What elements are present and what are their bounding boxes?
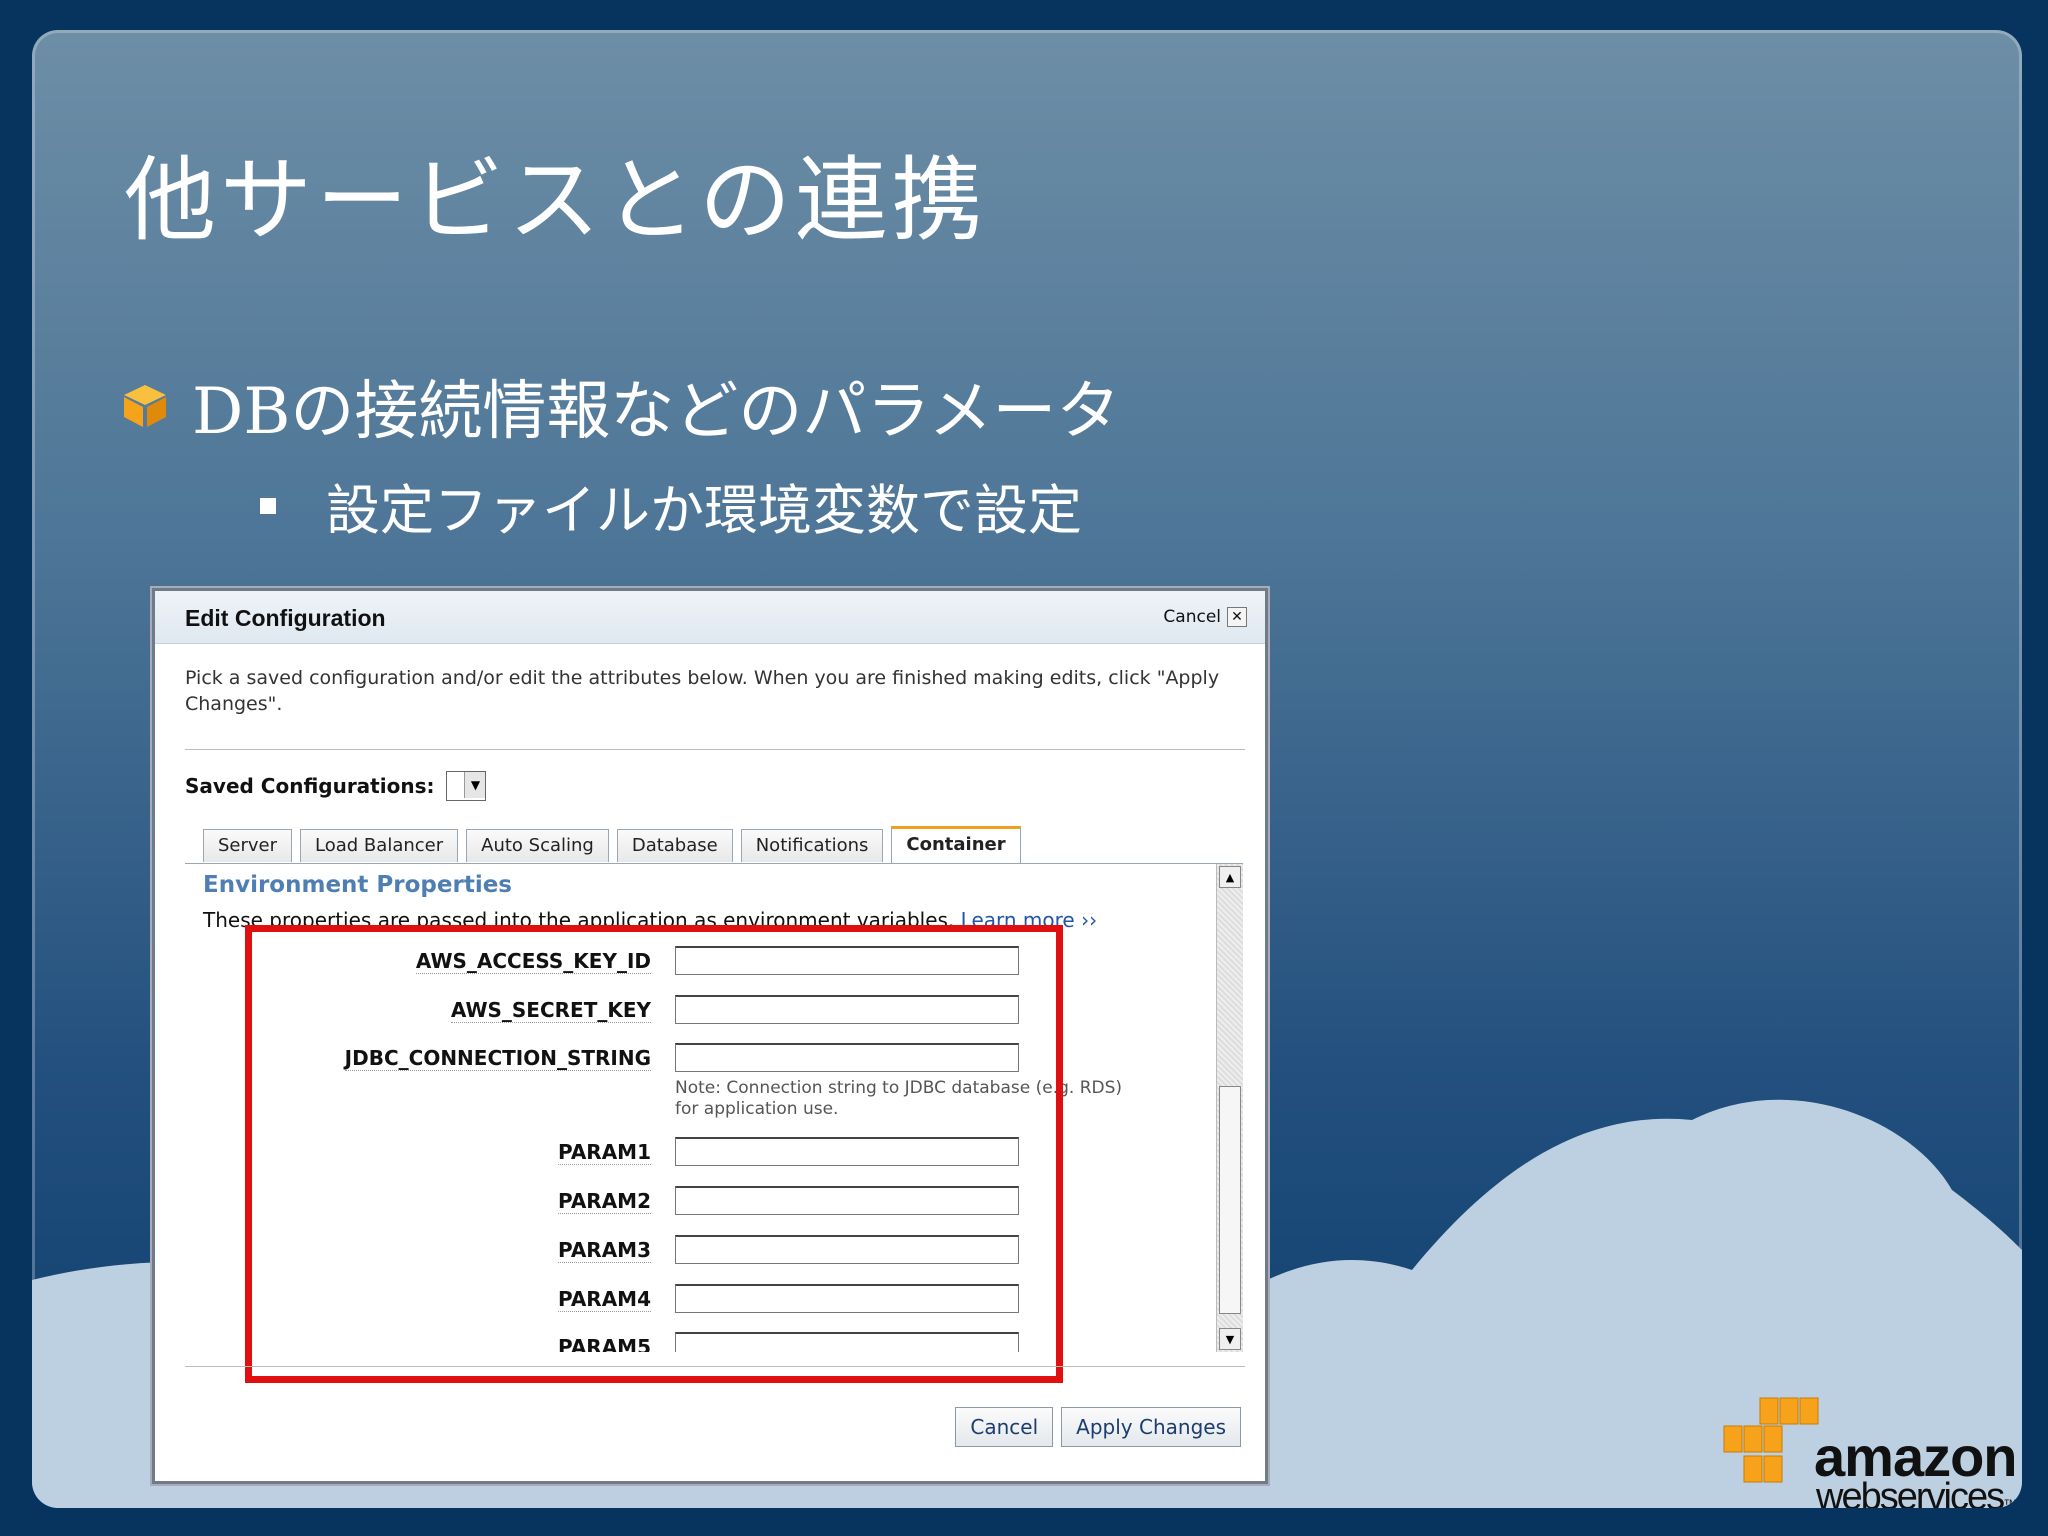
dialog-actions: Cancel Apply Changes: [947, 1407, 1241, 1447]
divider: [185, 1366, 1245, 1367]
cube-bullet-icon: [124, 385, 166, 427]
panel-scrollbar[interactable]: ▲ ▼: [1216, 864, 1243, 1352]
dialog-cancel-link[interactable]: Cancel ✕: [1163, 607, 1247, 627]
aws-logo-webservices-text: webservices: [1816, 1476, 2005, 1508]
slide-title: 他サービスとの連携: [124, 147, 988, 254]
saved-configurations-select[interactable]: ▼: [446, 771, 487, 801]
param3-input[interactable]: [675, 1235, 1019, 1264]
learn-more-link[interactable]: Learn more ››: [961, 908, 1097, 932]
param2-input[interactable]: [675, 1186, 1019, 1215]
field-label: PARAM5: [558, 1335, 651, 1352]
field-label: AWS_SECRET_KEY: [450, 998, 651, 1023]
slide: 他サービスとの連携 DBの接続情報などのパラメータ 設定ファイルか環境変数で設定…: [32, 30, 2022, 1508]
scroll-up-icon[interactable]: ▲: [1219, 866, 1241, 888]
dialog-cancel-link-label: Cancel: [1163, 607, 1221, 627]
bullet-level2: 設定ファイルか環境変数で設定: [260, 466, 1082, 545]
bullet-level1: DBの接続情報などのパラメータ: [122, 360, 1120, 452]
saved-configurations-label: Saved Configurations:: [185, 774, 435, 798]
scrollbar-thumb[interactable]: [1219, 1086, 1241, 1314]
aws-logo-tm: ™: [2003, 1496, 2017, 1508]
tab-auto-scaling[interactable]: Auto Scaling: [466, 829, 609, 862]
field-label: JDBC_CONNECTION_STRING: [344, 1046, 651, 1071]
aws-logo-webservices: webservices™: [1816, 1476, 2017, 1508]
tab-database[interactable]: Database: [616, 829, 733, 862]
field-label: AWS_ACCESS_KEY_ID: [415, 949, 651, 974]
scroll-down-icon[interactable]: ▼: [1219, 1328, 1241, 1350]
close-icon[interactable]: ✕: [1227, 607, 1247, 627]
container-panel: Environment Properties These properties …: [185, 864, 1243, 1352]
tab-notifications[interactable]: Notifications: [740, 829, 884, 862]
field-row: AWS_SECRET_KEY: [185, 995, 1225, 1025]
jdbc-note: Note: Connection string to JDBC database…: [675, 1078, 1123, 1119]
dialog-title: Edit Configuration: [185, 605, 386, 631]
square-bullet-icon: [260, 497, 276, 514]
param1-input[interactable]: [675, 1137, 1019, 1166]
field-label: PARAM2: [558, 1189, 651, 1214]
tab-load-balancer[interactable]: Load Balancer: [300, 829, 459, 862]
section-title: Environment Properties: [203, 872, 512, 898]
aws-secret-key-input[interactable]: [675, 995, 1019, 1024]
jdbc-connection-string-input[interactable]: [675, 1043, 1019, 1072]
section-description: These properties are passed into the app…: [203, 908, 1097, 932]
field-row: PARAM1: [185, 1137, 1225, 1167]
divider: [185, 749, 1245, 750]
bullet-level2-text: 設定ファイルか環境変数で設定: [326, 479, 1082, 542]
field-label: PARAM3: [558, 1238, 651, 1263]
field-row: PARAM2: [185, 1186, 1225, 1216]
param5-input[interactable]: [675, 1332, 1019, 1352]
field-row: PARAM5: [185, 1332, 1225, 1352]
tab-container[interactable]: Container: [891, 826, 1021, 863]
field-row: PARAM3: [185, 1235, 1225, 1265]
tab-server[interactable]: Server: [203, 829, 293, 862]
config-tabs: Server Load Balancer Auto Scaling Databa…: [203, 826, 1029, 863]
section-description-text: These properties are passed into the app…: [203, 908, 955, 932]
aws-cubes-icon: [1723, 1397, 1819, 1483]
field-row: JDBC_CONNECTION_STRING: [185, 1043, 1225, 1073]
edit-configuration-dialog: Edit Configuration Cancel ✕ Pick a saved…: [152, 588, 1268, 1484]
dialog-header: Edit Configuration Cancel ✕: [155, 591, 1265, 644]
field-row: AWS_ACCESS_KEY_ID: [185, 946, 1225, 976]
aws-access-key-id-input[interactable]: [675, 946, 1019, 975]
chevron-down-icon: ▼: [464, 772, 486, 798]
param4-input[interactable]: [675, 1284, 1019, 1313]
saved-configurations-row: Saved Configurations: ▼: [185, 771, 487, 801]
field-row: PARAM4: [185, 1284, 1225, 1314]
field-label: PARAM4: [558, 1287, 651, 1312]
dialog-intro-text: Pick a saved configuration and/or edit t…: [185, 667, 1220, 715]
apply-changes-button[interactable]: Apply Changes: [1061, 1407, 1241, 1447]
cancel-button[interactable]: Cancel: [955, 1407, 1054, 1447]
bullet-level1-text: DBの接続情報などのパラメータ: [192, 375, 1121, 449]
field-label: PARAM1: [558, 1140, 651, 1165]
